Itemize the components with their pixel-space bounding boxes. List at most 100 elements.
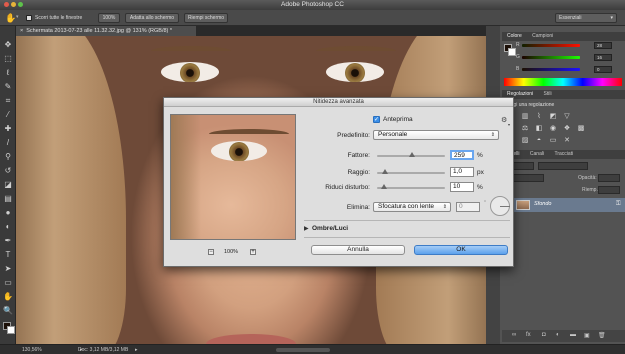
marquee-tool-icon[interactable]: ⬚ xyxy=(3,54,13,64)
lasso-tool-icon[interactable]: ℓ xyxy=(3,68,13,78)
cancel-button[interactable]: Annulla xyxy=(311,245,405,255)
zoom-tool-icon[interactable]: 🔍 xyxy=(3,306,13,316)
new-adjustment-icon[interactable]: ◐ xyxy=(556,332,560,338)
opacity-field[interactable] xyxy=(598,174,620,182)
reduce-noise-slider-thumb[interactable] xyxy=(380,184,387,189)
preview-checkbox[interactable]: ✓ xyxy=(373,116,380,123)
layer-row-sfondo[interactable]: ◉ Sfondo ⚿ xyxy=(502,198,625,212)
angle-field[interactable]: 0 xyxy=(456,202,480,212)
radius-slider-thumb[interactable] xyxy=(382,169,389,174)
close-window-icon[interactable] xyxy=(4,2,9,7)
zoom-readout[interactable]: 130,56% xyxy=(22,345,42,354)
reduce-noise-field[interactable]: 10 xyxy=(450,182,474,192)
status-menu-icon[interactable]: ▸ xyxy=(135,348,140,353)
amount-slider[interactable] xyxy=(377,152,445,157)
channel-r-slider[interactable] xyxy=(522,44,580,47)
channel-b-value[interactable]: 0 xyxy=(594,66,612,73)
channel-r-value[interactable]: 28 xyxy=(594,42,612,49)
hand-tool-icon[interactable]: ✋ xyxy=(3,292,13,302)
new-layer-icon[interactable]: ▣ xyxy=(584,332,590,339)
tab-campioni[interactable]: Campioni xyxy=(532,33,553,39)
move-tool-icon[interactable]: ✥ xyxy=(3,40,13,50)
brush-tool-icon[interactable]: / xyxy=(3,138,13,148)
zoom-in-button[interactable]: + xyxy=(250,249,256,255)
exposure-icon[interactable]: ◩ xyxy=(548,113,558,121)
trash-icon[interactable]: 🗑 xyxy=(598,332,606,339)
preset-value: Personale xyxy=(378,131,408,138)
channel-mixer-icon[interactable]: ❖ xyxy=(562,125,572,133)
maximize-window-icon[interactable] xyxy=(18,2,23,7)
scroll-all-windows-checkbox[interactable] xyxy=(26,15,32,21)
background-swatch[interactable] xyxy=(508,48,516,56)
disclosure-triangle-icon[interactable]: ▶ xyxy=(304,225,309,232)
close-icon[interactable]: × xyxy=(20,28,23,34)
ok-button[interactable]: OK xyxy=(414,245,508,255)
fit-screen-button[interactable]: Adatta allo schermo xyxy=(125,13,179,23)
layer-style-icon[interactable]: fx xyxy=(526,332,531,338)
chevron-down-icon[interactable]: ▾ xyxy=(16,14,19,20)
eyedropper-tool-icon[interactable]: ⁄ xyxy=(3,110,13,120)
channel-g-slider[interactable] xyxy=(522,56,580,59)
tab-tracciati[interactable]: Tracciati xyxy=(554,151,573,157)
new-group-icon[interactable]: ▬ xyxy=(570,332,576,338)
quick-select-tool-icon[interactable]: ✎ xyxy=(3,82,13,92)
preview-brow xyxy=(209,129,289,139)
color-lookup-icon[interactable]: ▩ xyxy=(576,125,586,133)
photo-filter-icon[interactable]: ◉ xyxy=(548,125,558,133)
tab-stili[interactable]: Stili xyxy=(544,91,552,97)
gear-icon[interactable]: ⚙ xyxy=(501,116,507,124)
layer-mask-icon[interactable]: ◘ xyxy=(542,332,546,338)
reduce-noise-slider[interactable] xyxy=(377,184,445,189)
radius-slider[interactable] xyxy=(377,169,445,174)
tab-canali[interactable]: Canali xyxy=(530,151,544,157)
threshold-icon[interactable]: ◓ xyxy=(534,137,544,145)
dodge-tool-icon[interactable]: ◐ xyxy=(3,222,13,232)
link-layers-icon[interactable]: ∞ xyxy=(512,332,516,338)
levels-icon[interactable]: ▥ xyxy=(520,113,530,121)
blur-tool-icon[interactable]: ● xyxy=(3,208,13,218)
pen-tool-icon[interactable]: ✒ xyxy=(3,236,13,246)
posterize-icon[interactable]: ▨ xyxy=(520,137,530,145)
color-balance-icon[interactable]: ⚖ xyxy=(520,125,530,133)
clone-stamp-tool-icon[interactable]: ⚲ xyxy=(3,152,13,162)
document-tab[interactable]: × Schermata 2013-07-23 alle 11.32.32.jpg … xyxy=(16,26,196,36)
shadows-highlights-section[interactable]: Ombre/Luci xyxy=(312,225,348,232)
radius-field[interactable]: 1,0 xyxy=(450,167,474,177)
tab-colore[interactable]: Colore xyxy=(507,33,522,39)
opacity-label: Opacità: xyxy=(578,175,597,181)
fill-screen-button[interactable]: Riempi schermo xyxy=(184,13,228,23)
radius-label: Raggio: xyxy=(347,169,370,176)
angle-dial[interactable] xyxy=(490,196,510,216)
type-tool-icon[interactable]: T xyxy=(3,250,13,260)
amount-field[interactable]: 259 xyxy=(450,150,474,160)
color-spectrum-ramp[interactable] xyxy=(504,78,622,86)
channel-b-slider[interactable] xyxy=(522,68,580,71)
preview-image[interactable] xyxy=(170,114,296,240)
amount-slider-thumb[interactable] xyxy=(409,152,416,157)
zoom-out-button[interactable]: − xyxy=(208,249,214,255)
curves-icon[interactable]: ⌇ xyxy=(534,113,544,121)
workspace-select[interactable]: Essenziali ▾ xyxy=(555,13,617,23)
shape-tool-icon[interactable]: ▭ xyxy=(3,278,13,288)
fill-field[interactable] xyxy=(598,186,620,194)
black-white-icon[interactable]: ◧ xyxy=(534,125,544,133)
zoom-100-button[interactable]: 100% xyxy=(98,13,120,23)
gradient-tool-icon[interactable]: ▤ xyxy=(3,194,13,204)
gradient-map-icon[interactable]: ▭ xyxy=(548,137,558,145)
path-select-tool-icon[interactable]: ➤ xyxy=(3,264,13,274)
channel-g-value[interactable]: 16 xyxy=(594,54,612,61)
preview-checkbox-label: Anteprima xyxy=(383,116,413,123)
preset-select[interactable]: Personale ⇕ xyxy=(373,130,499,140)
layer-name[interactable]: Sfondo xyxy=(534,201,551,207)
background-color-swatch[interactable] xyxy=(7,326,15,334)
selective-color-icon[interactable]: ✕ xyxy=(562,137,572,145)
remove-select[interactable]: Sfocatura con lente ⇕ xyxy=(373,202,451,212)
eraser-tool-icon[interactable]: ◪ xyxy=(3,180,13,190)
layer-filter-icons[interactable] xyxy=(538,162,588,170)
horizontal-scrollbar[interactable] xyxy=(276,348,330,352)
history-brush-tool-icon[interactable]: ↺ xyxy=(3,166,13,176)
healing-brush-tool-icon[interactable]: ✚ xyxy=(3,124,13,134)
crop-tool-icon[interactable]: ⌗ xyxy=(3,96,13,106)
vibrance-icon[interactable]: ▽ xyxy=(562,113,572,121)
minimize-window-icon[interactable] xyxy=(11,2,16,7)
